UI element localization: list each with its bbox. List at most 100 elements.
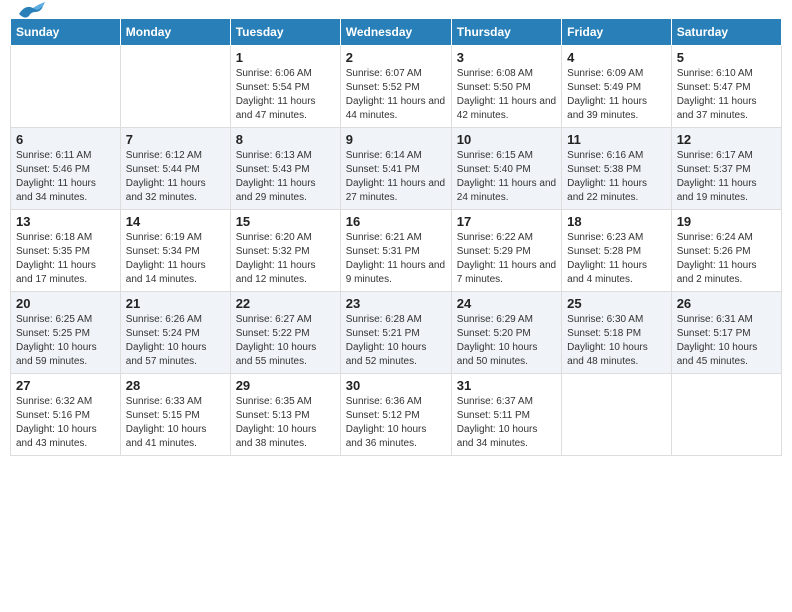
day-info: Sunrise: 6:22 AMSunset: 5:29 PMDaylight:… bbox=[457, 231, 556, 287]
day-number: 26 bbox=[677, 296, 776, 311]
day-info: Sunrise: 6:37 AMSunset: 5:11 PMDaylight:… bbox=[457, 395, 556, 451]
calendar-cell: 26 Sunrise: 6:31 AMSunset: 5:17 PMDayligh… bbox=[671, 292, 781, 374]
day-number: 18 bbox=[567, 214, 666, 229]
day-info: Sunrise: 6:12 AMSunset: 5:44 PMDaylight:… bbox=[126, 149, 225, 205]
day-info: Sunrise: 6:32 AMSunset: 5:16 PMDaylight:… bbox=[16, 395, 115, 451]
calendar-cell: 19Sunrise: 6:24 AMSunset: 5:26 PMDayligh… bbox=[671, 210, 781, 292]
calendar-cell: 8Sunrise: 6:13 AMSunset: 5:43 PMDaylight… bbox=[230, 128, 340, 210]
day-number: 21 bbox=[126, 296, 225, 311]
day-number: 9 bbox=[346, 132, 446, 147]
calendar-cell bbox=[671, 374, 781, 456]
day-info: Sunrise: 6:27 AMSunset: 5:22 PMDaylight:… bbox=[236, 313, 335, 369]
day-number: 29 bbox=[236, 378, 335, 393]
calendar-cell: 16 Sunrise: 6:21 AMSunset: 5:31 PMDayligh… bbox=[340, 210, 451, 292]
day-info: Sunrise: 6:16 AMSunset: 5:38 PMDaylight:… bbox=[567, 149, 666, 205]
weekday-header-monday: Monday bbox=[120, 19, 230, 46]
calendar-cell: 31 Sunrise: 6:37 AMSunset: 5:11 PMDayligh… bbox=[451, 374, 561, 456]
day-number: 24 bbox=[457, 296, 556, 311]
day-number: 27 bbox=[16, 378, 115, 393]
day-info: Sunrise: 6:24 AMSunset: 5:26 PMDaylight:… bbox=[677, 231, 776, 287]
calendar-cell: 2Sunrise: 6:07 AMSunset: 5:52 PMDaylight… bbox=[340, 46, 451, 128]
week-row-5: 27 Sunrise: 6:32 AMSunset: 5:16 PMDayligh… bbox=[11, 374, 782, 456]
day-info: Sunrise: 6:13 AMSunset: 5:43 PMDaylight:… bbox=[236, 149, 335, 205]
calendar-cell: 14 Sunrise: 6:19 AMSunset: 5:34 PMDayligh… bbox=[120, 210, 230, 292]
calendar-table: SundayMondayTuesdayWednesdayThursdayFrid… bbox=[10, 18, 782, 456]
calendar-cell: 24 Sunrise: 6:29 AMSunset: 5:20 PMDayligh… bbox=[451, 292, 561, 374]
calendar-cell: 10 Sunrise: 6:15 AMSunset: 5:40 PMDayligh… bbox=[451, 128, 561, 210]
day-info: Sunrise: 6:21 AMSunset: 5:31 PMDaylight:… bbox=[346, 231, 446, 287]
calendar-cell: 3 Sunrise: 6:08 AMSunset: 5:50 PMDaylight… bbox=[451, 46, 561, 128]
day-info: Sunrise: 6:25 AMSunset: 5:25 PMDaylight:… bbox=[16, 313, 115, 369]
day-info: Sunrise: 6:33 AMSunset: 5:15 PMDaylight:… bbox=[126, 395, 225, 451]
day-info: Sunrise: 6:09 AMSunset: 5:49 PMDaylight:… bbox=[567, 67, 666, 123]
calendar-cell: 5Sunrise: 6:10 AMSunset: 5:47 PMDaylight… bbox=[671, 46, 781, 128]
day-number: 23 bbox=[346, 296, 446, 311]
calendar-cell: 23 Sunrise: 6:28 AMSunset: 5:21 PMDayligh… bbox=[340, 292, 451, 374]
day-number: 3 bbox=[457, 50, 556, 65]
week-row-4: 20 Sunrise: 6:25 AMSunset: 5:25 PMDayligh… bbox=[11, 292, 782, 374]
calendar-cell: 13 Sunrise: 6:18 AMSunset: 5:35 PMDayligh… bbox=[11, 210, 121, 292]
day-info: Sunrise: 6:06 AMSunset: 5:54 PMDaylight:… bbox=[236, 67, 335, 123]
day-info: Sunrise: 6:11 AMSunset: 5:46 PMDaylight:… bbox=[16, 149, 115, 205]
calendar-cell: 29 Sunrise: 6:35 AMSunset: 5:13 PMDayligh… bbox=[230, 374, 340, 456]
day-number: 14 bbox=[126, 214, 225, 229]
day-number: 11 bbox=[567, 132, 666, 147]
day-number: 31 bbox=[457, 378, 556, 393]
day-info: Sunrise: 6:10 AMSunset: 5:47 PMDaylight:… bbox=[677, 67, 776, 123]
day-number: 30 bbox=[346, 378, 446, 393]
day-info: Sunrise: 6:07 AMSunset: 5:52 PMDaylight:… bbox=[346, 67, 446, 123]
day-number: 25 bbox=[567, 296, 666, 311]
day-number: 22 bbox=[236, 296, 335, 311]
week-row-3: 13 Sunrise: 6:18 AMSunset: 5:35 PMDayligh… bbox=[11, 210, 782, 292]
weekday-header-row: SundayMondayTuesdayWednesdayThursdayFrid… bbox=[11, 19, 782, 46]
calendar-cell: 18 Sunrise: 6:23 AMSunset: 5:28 PMDayligh… bbox=[562, 210, 672, 292]
day-number: 4 bbox=[567, 50, 666, 65]
calendar-cell: 28 Sunrise: 6:33 AMSunset: 5:15 PMDayligh… bbox=[120, 374, 230, 456]
day-info: Sunrise: 6:23 AMSunset: 5:28 PMDaylight:… bbox=[567, 231, 666, 287]
calendar-cell: 22 Sunrise: 6:27 AMSunset: 5:22 PMDayligh… bbox=[230, 292, 340, 374]
calendar-cell: 12Sunrise: 6:17 AMSunset: 5:37 PMDayligh… bbox=[671, 128, 781, 210]
logo-bird-icon bbox=[17, 2, 45, 24]
day-info: Sunrise: 6:31 AMSunset: 5:17 PMDaylight:… bbox=[677, 313, 776, 369]
day-number: 20 bbox=[16, 296, 115, 311]
weekday-header-wednesday: Wednesday bbox=[340, 19, 451, 46]
day-info: Sunrise: 6:20 AMSunset: 5:32 PMDaylight:… bbox=[236, 231, 335, 287]
calendar-cell: 20 Sunrise: 6:25 AMSunset: 5:25 PMDayligh… bbox=[11, 292, 121, 374]
calendar-cell: 30 Sunrise: 6:36 AMSunset: 5:12 PMDayligh… bbox=[340, 374, 451, 456]
calendar-cell: 17Sunrise: 6:22 AMSunset: 5:29 PMDayligh… bbox=[451, 210, 561, 292]
day-info: Sunrise: 6:26 AMSunset: 5:24 PMDaylight:… bbox=[126, 313, 225, 369]
day-number: 1 bbox=[236, 50, 335, 65]
calendar-cell bbox=[11, 46, 121, 128]
calendar-cell: 27 Sunrise: 6:32 AMSunset: 5:16 PMDayligh… bbox=[11, 374, 121, 456]
day-number: 12 bbox=[677, 132, 776, 147]
calendar-cell: 1 Sunrise: 6:06 AMSunset: 5:54 PMDaylight… bbox=[230, 46, 340, 128]
day-number: 7 bbox=[126, 132, 225, 147]
day-info: Sunrise: 6:35 AMSunset: 5:13 PMDaylight:… bbox=[236, 395, 335, 451]
calendar-cell: 7 Sunrise: 6:12 AMSunset: 5:44 PMDaylight… bbox=[120, 128, 230, 210]
calendar-cell: 11 Sunrise: 6:16 AMSunset: 5:38 PMDayligh… bbox=[562, 128, 672, 210]
day-info: Sunrise: 6:28 AMSunset: 5:21 PMDaylight:… bbox=[346, 313, 446, 369]
calendar-cell: 6Sunrise: 6:11 AMSunset: 5:46 PMDaylight… bbox=[11, 128, 121, 210]
day-info: Sunrise: 6:19 AMSunset: 5:34 PMDaylight:… bbox=[126, 231, 225, 287]
calendar-cell: 15 Sunrise: 6:20 AMSunset: 5:32 PMDayligh… bbox=[230, 210, 340, 292]
day-info: Sunrise: 6:30 AMSunset: 5:18 PMDaylight:… bbox=[567, 313, 666, 369]
day-info: Sunrise: 6:18 AMSunset: 5:35 PMDaylight:… bbox=[16, 231, 115, 287]
weekday-header-tuesday: Tuesday bbox=[230, 19, 340, 46]
week-row-1: 1 Sunrise: 6:06 AMSunset: 5:54 PMDaylight… bbox=[11, 46, 782, 128]
week-row-2: 6Sunrise: 6:11 AMSunset: 5:46 PMDaylight… bbox=[11, 128, 782, 210]
day-number: 16 bbox=[346, 214, 446, 229]
weekday-header-thursday: Thursday bbox=[451, 19, 561, 46]
calendar-cell: 9Sunrise: 6:14 AMSunset: 5:41 PMDaylight… bbox=[340, 128, 451, 210]
day-number: 15 bbox=[236, 214, 335, 229]
day-number: 28 bbox=[126, 378, 225, 393]
day-number: 10 bbox=[457, 132, 556, 147]
weekday-header-saturday: Saturday bbox=[671, 19, 781, 46]
day-info: Sunrise: 6:36 AMSunset: 5:12 PMDaylight:… bbox=[346, 395, 446, 451]
day-info: Sunrise: 6:15 AMSunset: 5:40 PMDaylight:… bbox=[457, 149, 556, 205]
calendar-cell bbox=[120, 46, 230, 128]
calendar-cell: 4 Sunrise: 6:09 AMSunset: 5:49 PMDaylight… bbox=[562, 46, 672, 128]
day-info: Sunrise: 6:08 AMSunset: 5:50 PMDaylight:… bbox=[457, 67, 556, 123]
day-number: 13 bbox=[16, 214, 115, 229]
day-info: Sunrise: 6:29 AMSunset: 5:20 PMDaylight:… bbox=[457, 313, 556, 369]
calendar-cell: 21 Sunrise: 6:26 AMSunset: 5:24 PMDayligh… bbox=[120, 292, 230, 374]
